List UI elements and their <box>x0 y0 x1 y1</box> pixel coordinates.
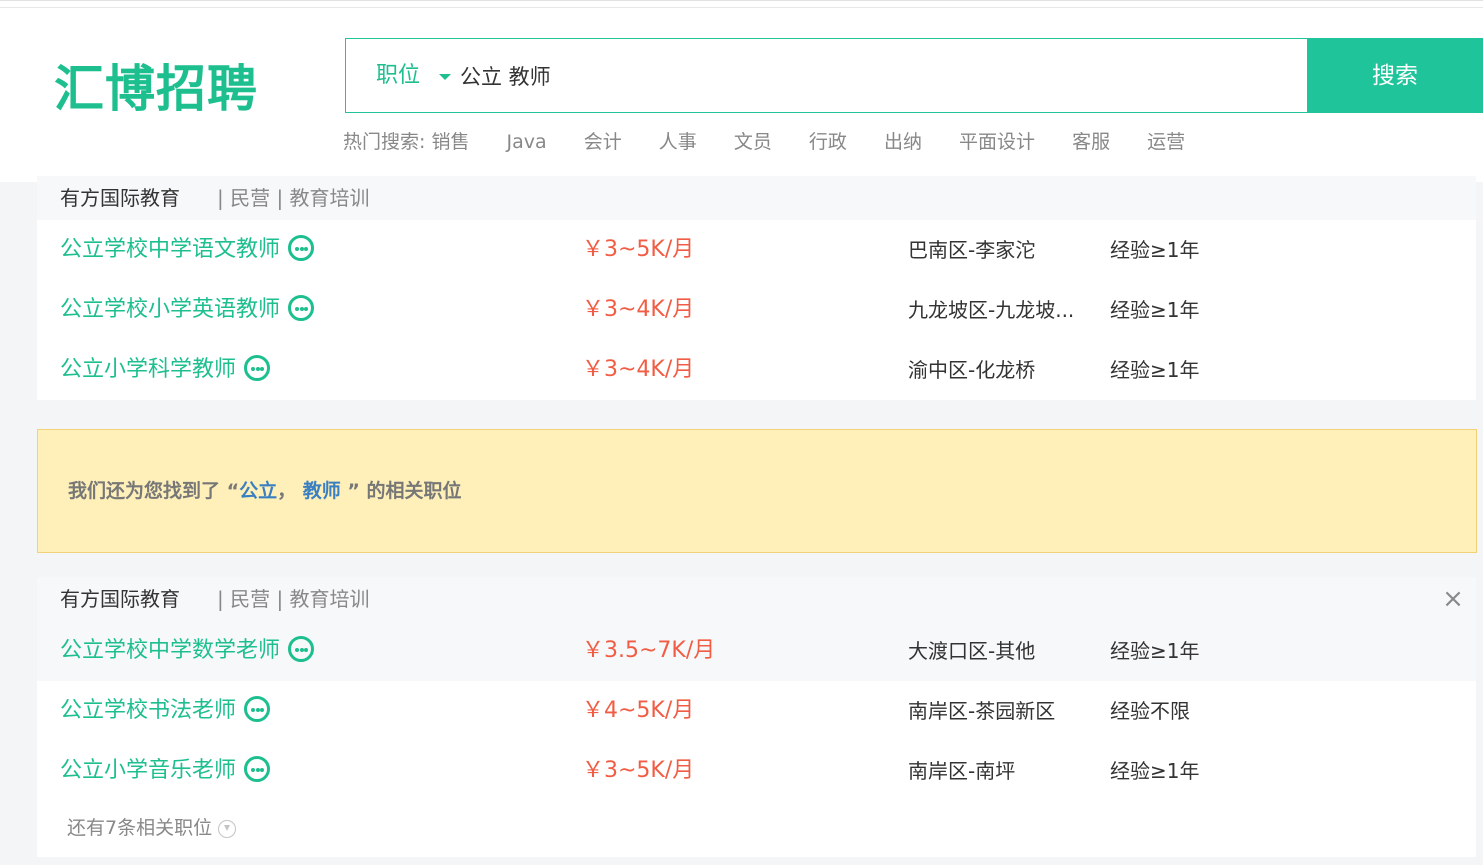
job-title-link[interactable]: 公立小学科学教师 <box>60 340 271 400</box>
hot-search-item[interactable]: 人事 <box>659 131 697 153</box>
job-title-link[interactable]: 公立学校中学数学老师 <box>60 621 315 681</box>
search-bar: 职位 <box>345 38 1307 113</box>
close-icon[interactable]: × <box>1441 586 1465 612</box>
company-name[interactable]: 有方国际教育 <box>60 176 180 220</box>
search-category-select[interactable]: 职位 <box>376 61 420 91</box>
hot-searches: 热门搜索: 销售 Java 会计 人事 文员 行政 出纳 平面设计 客服 运营 <box>343 128 1216 156</box>
job-salary: ￥3.5~7K/月 <box>582 638 716 663</box>
more-jobs: 还有7条相关职位 <box>37 801 1476 857</box>
hot-search-item[interactable]: 出纳 <box>884 131 922 153</box>
job-title-link[interactable]: 公立学校书法老师 <box>60 681 271 741</box>
job-experience: 经验≥1年 <box>1110 639 1200 663</box>
job-title[interactable]: 公立学校中学语文教师 <box>60 237 280 262</box>
notice-keyword: 公立 <box>239 480 278 502</box>
job-title-link[interactable]: 公立小学音乐老师 <box>60 741 271 801</box>
job-location: 九龙坡区-九龙坡... <box>908 298 1075 322</box>
hot-search-item[interactable]: 文员 <box>734 131 772 153</box>
company-card: 有方国际教育 | 民营 | 教育培训 × 公立学校中学数学老师 ￥3.5~7K/… <box>37 577 1476 857</box>
top-divider <box>0 7 1483 8</box>
hot-searches-label: 热门搜索: <box>343 131 426 153</box>
search-input[interactable] <box>458 58 1258 94</box>
job-title[interactable]: 公立学校小学英语教师 <box>60 297 280 322</box>
hot-search-item[interactable]: 运营 <box>1147 131 1185 153</box>
job-row[interactable]: 公立小学音乐老师 ￥3~5K/月 南岸区-南坪 经验≥1年 <box>37 741 1476 801</box>
notice-text: 我们还为您找到了 “公立， 教师 ” 的相关职位 <box>68 476 462 506</box>
site-logo[interactable]: 汇博招聘 <box>54 59 258 119</box>
caret-down-icon[interactable] <box>439 74 451 80</box>
job-row[interactable]: 公立学校中学数学老师 ￥3.5~7K/月 大渡口区-其他 经验≥1年 <box>37 621 1476 681</box>
job-salary: ￥3~4K/月 <box>582 357 695 382</box>
notice-prefix: 我们还为您找到了 “ <box>68 480 240 502</box>
job-location: 大渡口区-其他 <box>908 639 1036 663</box>
chat-bubble-icon[interactable] <box>288 636 315 662</box>
more-jobs-link[interactable]: 还有7条相关职位 <box>67 813 237 843</box>
company-meta: | 民营 | 教育培训 <box>217 186 370 210</box>
hot-search-item[interactable]: 客服 <box>1072 131 1110 153</box>
notice-suffix: ” 的相关职位 <box>347 480 462 502</box>
job-salary: ￥3~4K/月 <box>582 297 695 322</box>
notice-separator: ， <box>277 480 297 502</box>
job-title[interactable]: 公立小学科学教师 <box>60 357 236 382</box>
job-experience: 经验≥1年 <box>1110 238 1200 262</box>
hot-search-item[interactable]: 平面设计 <box>959 131 1035 153</box>
company-meta: | 民营 | 教育培训 <box>217 587 370 611</box>
job-salary: ￥4~5K/月 <box>582 698 695 723</box>
job-title[interactable]: 公立学校书法老师 <box>60 698 236 723</box>
job-salary: ￥3~5K/月 <box>582 237 695 262</box>
site-header: 汇博招聘 职位 搜索 热门搜索: 销售 Java 会计 人事 文员 行政 出纳 … <box>0 0 1483 182</box>
company-card: 有方国际教育 | 民营 | 教育培训 公立学校中学语文教师 ￥3~5K/月 巴南… <box>37 176 1476 400</box>
job-title-link[interactable]: 公立学校中学语文教师 <box>60 220 315 280</box>
job-title-link[interactable]: 公立学校小学英语教师 <box>60 280 315 340</box>
job-location: 渝中区-化龙桥 <box>908 358 1036 382</box>
job-location: 南岸区-南坪 <box>908 759 1016 783</box>
chat-bubble-icon[interactable] <box>244 696 271 722</box>
job-experience: 经验≥1年 <box>1110 759 1200 783</box>
job-experience: 经验≥1年 <box>1110 298 1200 322</box>
search-button[interactable]: 搜索 <box>1307 38 1483 113</box>
chat-bubble-icon[interactable] <box>288 295 315 321</box>
job-location: 南岸区-茶园新区 <box>908 699 1056 723</box>
chat-bubble-icon[interactable] <box>288 235 315 261</box>
company-name[interactable]: 有方国际教育 <box>60 577 180 621</box>
chat-bubble-icon[interactable] <box>244 756 271 782</box>
job-location: 巴南区-李家沱 <box>908 238 1036 262</box>
job-row[interactable]: 公立学校中学语文教师 ￥3~5K/月 巴南区-李家沱 经验≥1年 <box>37 220 1476 280</box>
hot-search-item[interactable]: 销售 <box>431 131 469 153</box>
related-jobs-notice: 我们还为您找到了 “公立， 教师 ” 的相关职位 <box>37 429 1477 553</box>
job-row[interactable]: 公立学校书法老师 ￥4~5K/月 南岸区-茶园新区 经验不限 <box>37 681 1476 741</box>
job-title[interactable]: 公立学校中学数学老师 <box>60 638 280 663</box>
more-jobs-label[interactable]: 还有7条相关职位 <box>67 817 212 839</box>
job-experience: 经验不限 <box>1110 699 1190 723</box>
job-title[interactable]: 公立小学音乐老师 <box>60 758 236 783</box>
company-header: 有方国际教育 | 民营 | 教育培训 × <box>37 577 1476 621</box>
hot-search-item[interactable]: 行政 <box>809 131 847 153</box>
job-salary: ￥3~5K/月 <box>582 758 695 783</box>
company-header: 有方国际教育 | 民营 | 教育培训 <box>37 176 1476 220</box>
hot-search-item[interactable]: Java <box>507 131 547 153</box>
job-row[interactable]: 公立小学科学教师 ￥3~4K/月 渝中区-化龙桥 经验≥1年 <box>37 340 1476 400</box>
job-row[interactable]: 公立学校小学英语教师 ￥3~4K/月 九龙坡区-九龙坡... 经验≥1年 <box>37 280 1476 340</box>
chat-bubble-icon[interactable] <box>244 355 271 381</box>
job-experience: 经验≥1年 <box>1110 358 1200 382</box>
arrow-down-circle-icon[interactable] <box>218 819 237 838</box>
notice-keyword: 教师 <box>302 480 341 502</box>
hot-search-item[interactable]: 会计 <box>584 131 622 153</box>
